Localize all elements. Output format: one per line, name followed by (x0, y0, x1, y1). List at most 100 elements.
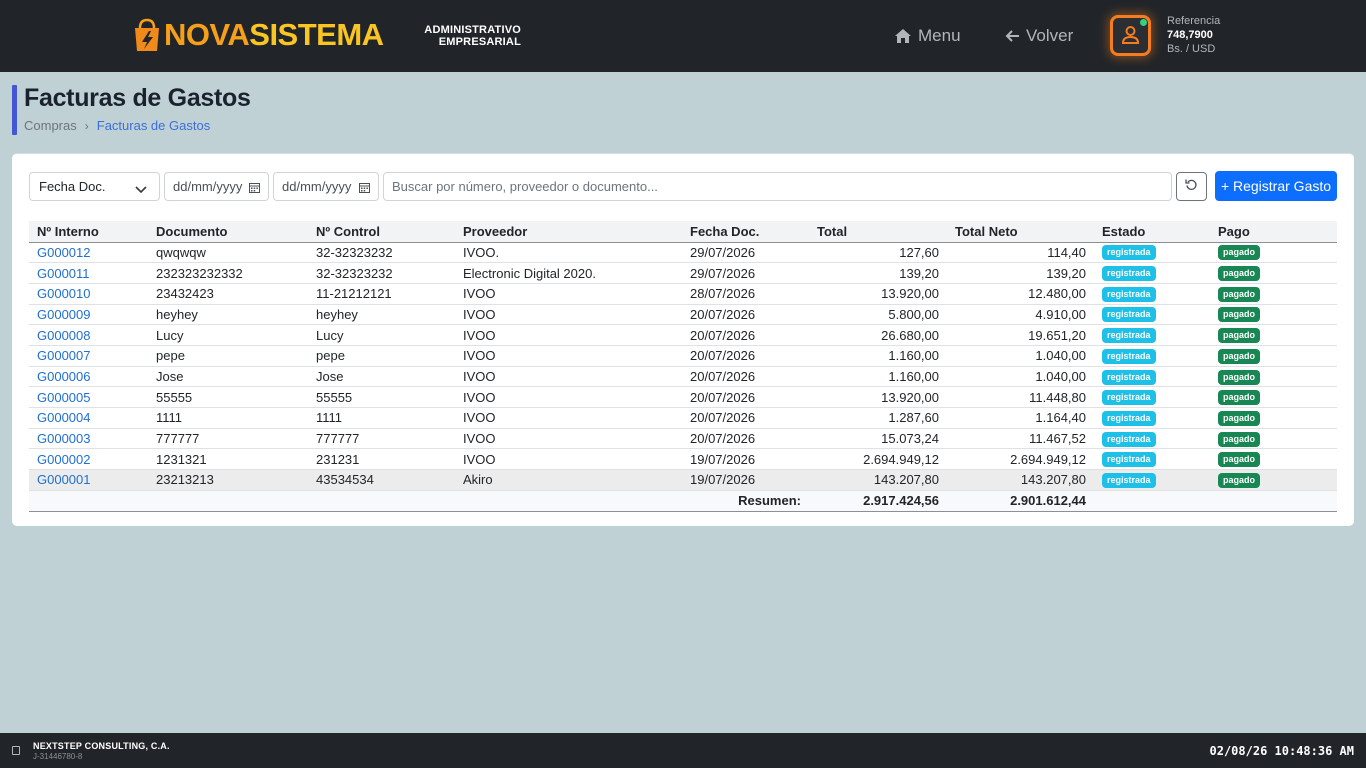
cell-interno[interactable]: G000002 (29, 448, 148, 471)
search-input[interactable]: Buscar por número, proveedor o documento… (383, 172, 1172, 201)
cell-neto: 19.651,20 (947, 324, 1094, 346)
column-header[interactable]: Proveedor (455, 221, 682, 243)
brand-subtitle: ADMINISTRATIVO EMPRESARIAL (414, 24, 521, 48)
column-header[interactable]: Documento (148, 221, 308, 243)
arrow-left-icon (1005, 29, 1020, 43)
invoice-link[interactable]: G000010 (37, 286, 91, 301)
breadcrumb-item-current[interactable]: Facturas de Gastos (97, 118, 210, 133)
cell-neto: 2.694.949,12 (947, 448, 1094, 471)
status-badge: registrada (1102, 369, 1156, 385)
cell-documento: heyhey (148, 304, 308, 326)
cell-pago: pagado (1210, 407, 1337, 429)
invoice-link[interactable]: G000003 (37, 431, 91, 446)
invoice-link[interactable]: G000001 (37, 472, 91, 487)
table-row[interactable]: G000002 1231321 231231 IVOO 19/07/2026 2.694.… (29, 448, 1337, 471)
cell-interno[interactable]: G000006 (29, 366, 148, 388)
calendar-icon[interactable] (359, 181, 370, 196)
back-button[interactable]: Volver (1005, 26, 1073, 46)
date-field-select[interactable]: Fecha Doc. (29, 172, 160, 201)
invoice-link[interactable]: G000012 (37, 245, 91, 260)
brand-logo[interactable]: NOVASISTEMA (132, 16, 384, 54)
invoice-link[interactable]: G000011 (37, 266, 90, 281)
table-row[interactable]: G000007 pepe pepe IVOO 20/07/2026 1.160,00 1.0… (29, 345, 1337, 367)
table-row[interactable]: G000012 qwqwqw 32-32323232 IVOO. 29/07/2026 1… (29, 242, 1337, 264)
cell-interno[interactable]: G000010 (29, 283, 148, 305)
date-field-select-value: Fecha Doc. (39, 179, 106, 194)
column-header[interactable]: Nº Control (308, 221, 455, 243)
cell-total: 13.920,00 (809, 283, 947, 305)
invoice-link[interactable]: G000008 (37, 328, 91, 343)
cell-interno[interactable]: G000011 (29, 262, 148, 284)
table-row[interactable]: G000009 heyhey heyhey IVOO 20/07/2026 5.800,0… (29, 304, 1337, 326)
table-row[interactable]: G000004 1111 1111 IVOO 20/07/2026 1.287,60 1.1… (29, 407, 1337, 429)
title-accent-bar (12, 85, 17, 135)
cell-interno[interactable]: G000001 (29, 469, 148, 491)
cell-total: 127,60 (809, 242, 947, 264)
table-row[interactable]: G000011 232323232332 32-32323232 Electronic… (29, 262, 1337, 284)
table-row[interactable]: G000003 777777 777777 IVOO 20/07/2026 15.073,… (29, 428, 1337, 450)
table-row[interactable]: G000006 Jose Jose IVOO 20/07/2026 1.160,00 1.0… (29, 366, 1337, 388)
cell-control: 43534534 (308, 469, 455, 491)
cell-documento: qwqwqw (148, 242, 308, 264)
table-row[interactable]: G000001 23213213 43534534 Akiro 19/07/2026 14… (29, 469, 1337, 491)
invoice-link[interactable]: G000005 (37, 390, 91, 405)
cell-fecha: 20/07/2026 (682, 345, 809, 367)
column-header[interactable]: Fecha Doc. (682, 221, 809, 243)
menu-label: Menu (918, 26, 961, 45)
register-expense-button[interactable]: + Registrar Gasto (1215, 171, 1337, 201)
cell-interno[interactable]: G000003 (29, 428, 148, 450)
menu-button[interactable]: Menu (894, 26, 961, 46)
cell-interno[interactable]: G000008 (29, 324, 148, 346)
cell-control: 11-21212121 (308, 283, 455, 305)
invoice-link[interactable]: G000007 (37, 348, 91, 363)
cell-control: 777777 (308, 428, 455, 450)
column-header[interactable]: Nº Interno (29, 221, 148, 243)
cell-interno[interactable]: G000012 (29, 242, 148, 264)
cell-proveedor: Electronic Digital 2020. (455, 262, 682, 284)
user-avatar[interactable] (1110, 15, 1151, 56)
cell-total: 143.207,80 (809, 469, 947, 491)
date-to-input[interactable]: dd/mm/yyyy (273, 172, 379, 201)
company-name: NEXTSTEP CONSULTING, C.A. (33, 741, 170, 751)
status-badge: registrada (1102, 286, 1156, 302)
exchange-reference: Referencia 748,7900 Bs. / USD (1167, 14, 1220, 56)
cell-documento: pepe (148, 345, 308, 367)
date-to-placeholder: dd/mm/yyyy (282, 179, 352, 194)
cell-fecha: 19/07/2026 (682, 469, 809, 491)
cell-interno[interactable]: G000005 (29, 386, 148, 408)
brand-subtitle-line2: EMPRESARIAL (438, 36, 521, 48)
column-header[interactable]: Total (809, 221, 947, 243)
reference-unit: Bs. / USD (1167, 43, 1216, 55)
cell-total: 5.800,00 (809, 304, 947, 326)
cell-interno[interactable]: G000004 (29, 407, 148, 429)
column-header[interactable]: Total Neto (947, 221, 1094, 243)
breadcrumb-item-compras[interactable]: Compras (24, 118, 77, 133)
cell-fecha: 20/07/2026 (682, 407, 809, 429)
company-rif: J-31446780-8 (33, 752, 83, 761)
invoice-link[interactable]: G000009 (37, 307, 91, 322)
cell-interno[interactable]: G000009 (29, 304, 148, 326)
cell-estado: registrada (1094, 469, 1210, 491)
cell-total: 1.287,60 (809, 407, 947, 429)
calendar-icon[interactable] (249, 181, 260, 196)
table-row[interactable]: G000010 23432423 11-21212121 IVOO 28/07/2026… (29, 283, 1337, 305)
payment-badge: pagado (1218, 307, 1261, 323)
table-row[interactable]: G000005 55555 55555 IVOO 20/07/2026 13.920,00… (29, 386, 1337, 408)
expense-invoices-table: Nº Interno Documento Nº Control Proveedo… (29, 221, 1337, 512)
cell-neto: 4.910,00 (947, 304, 1094, 326)
table-row[interactable]: G000008 Lucy Lucy IVOO 20/07/2026 26.680,00 19… (29, 324, 1337, 346)
date-from-input[interactable]: dd/mm/yyyy (164, 172, 269, 201)
cell-documento: 1231321 (148, 448, 308, 471)
cell-estado: registrada (1094, 345, 1210, 367)
status-badge: registrada (1102, 390, 1156, 406)
column-header[interactable]: Pago (1210, 221, 1337, 243)
invoice-link[interactable]: G000006 (37, 369, 91, 384)
cell-interno[interactable]: G000007 (29, 345, 148, 367)
invoice-link[interactable]: G000002 (37, 452, 91, 467)
page-title: Facturas de Gastos (24, 84, 251, 112)
breadcrumb: Compras › Facturas de Gastos (24, 118, 210, 133)
column-header[interactable]: Estado (1094, 221, 1210, 243)
cell-total: 139,20 (809, 262, 947, 284)
invoice-link[interactable]: G000004 (37, 410, 91, 425)
refresh-button[interactable] (1176, 172, 1207, 201)
